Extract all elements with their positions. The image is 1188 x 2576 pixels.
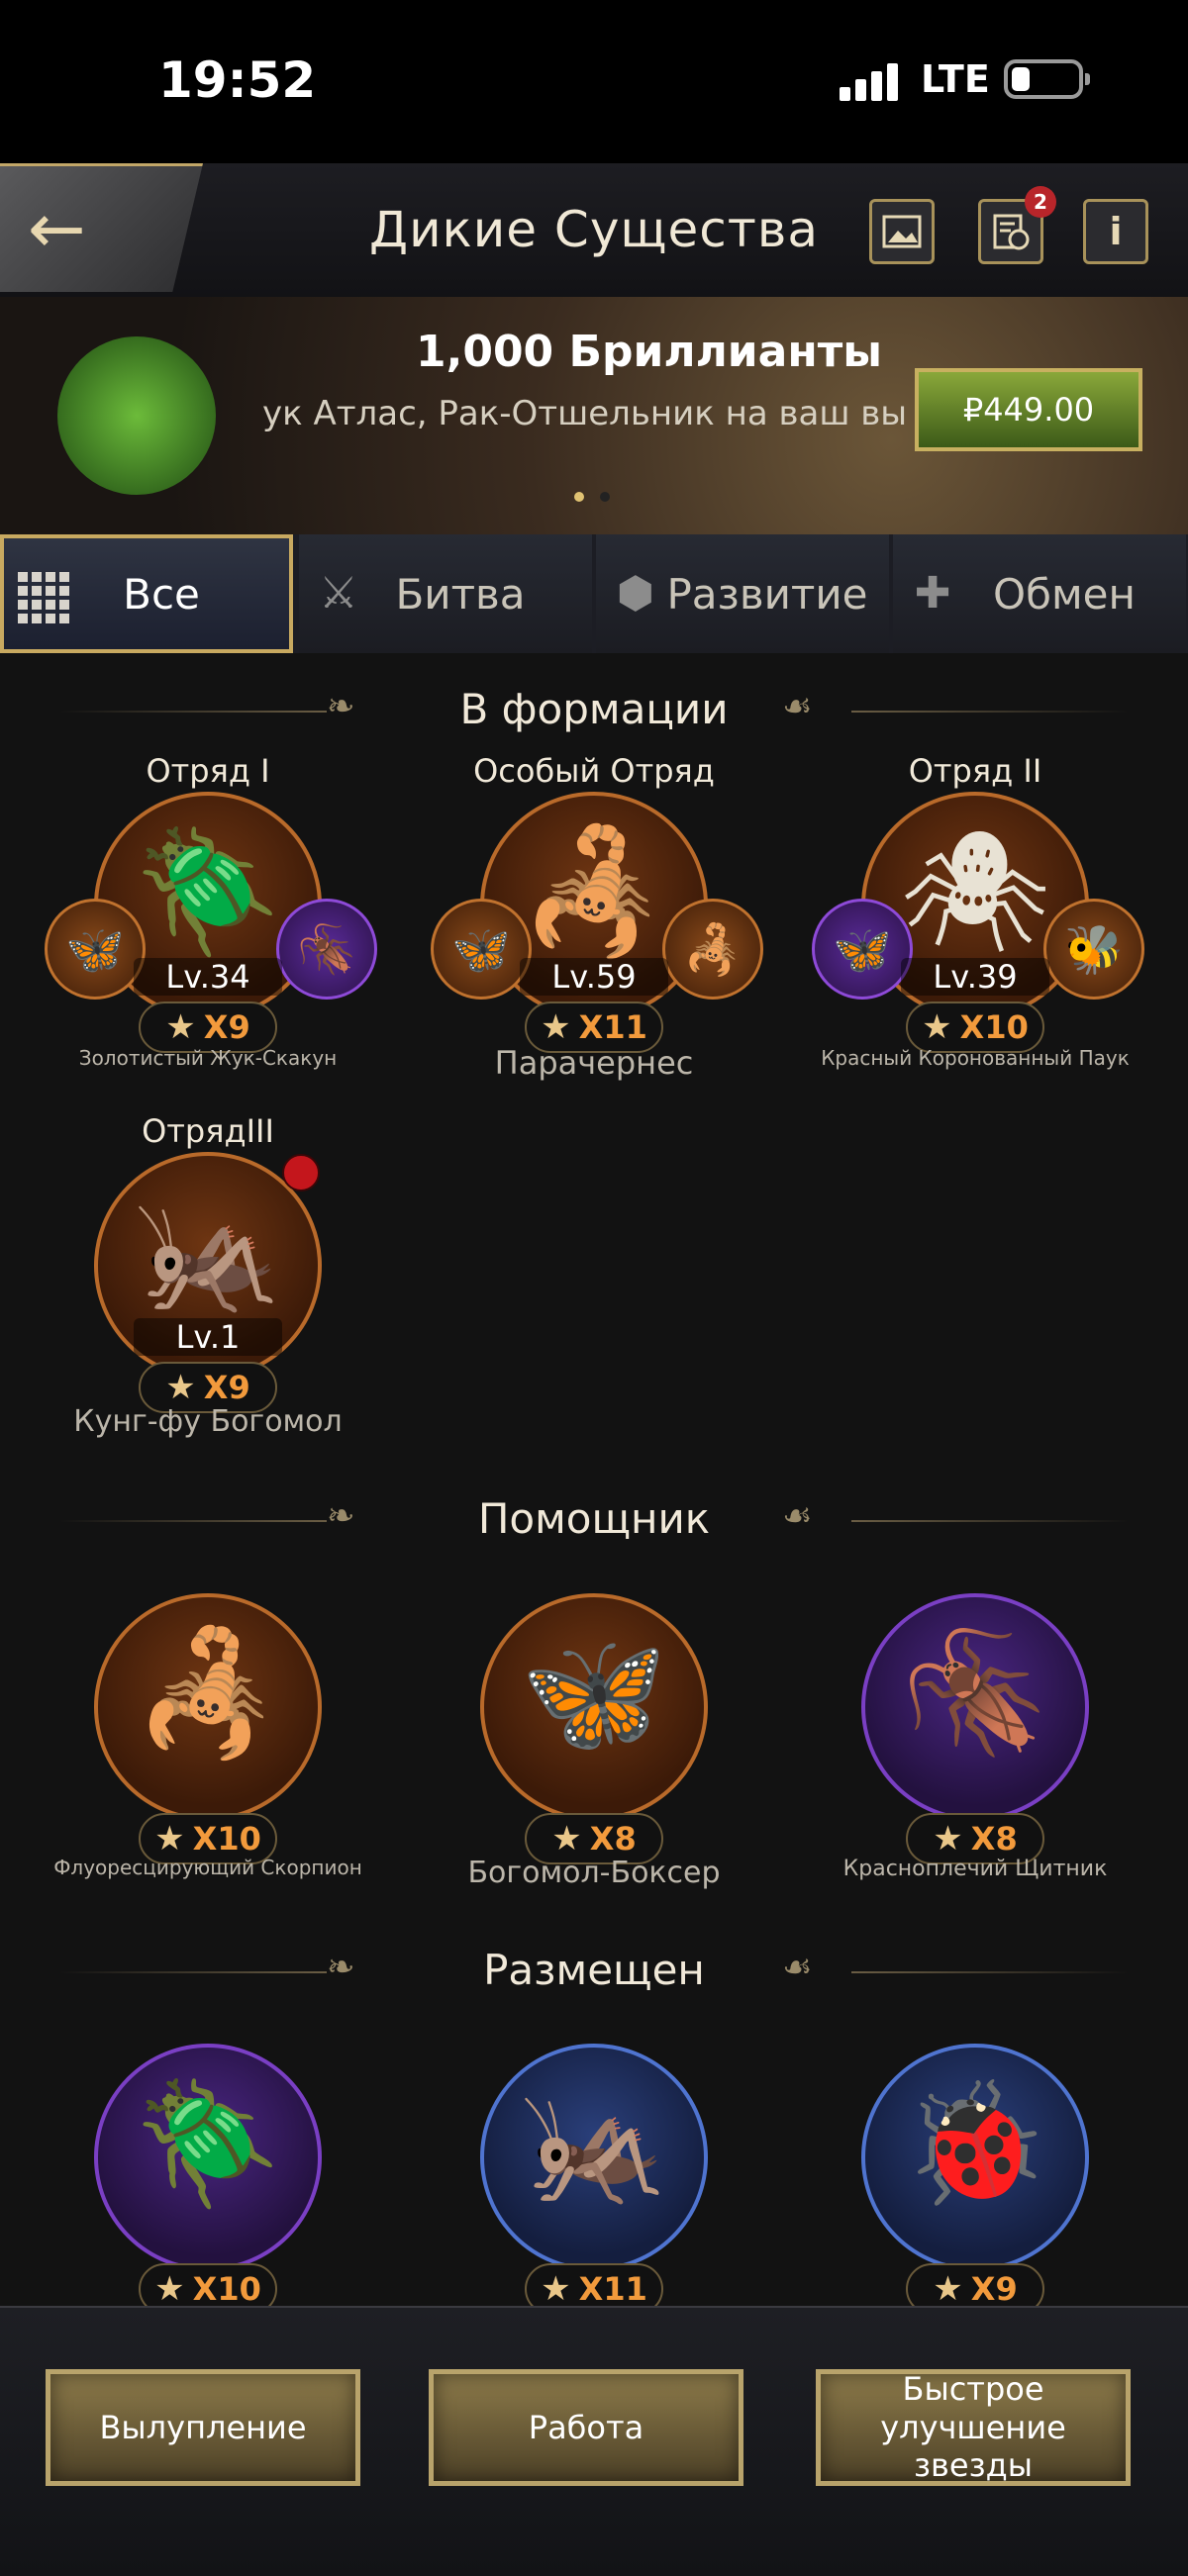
star-icon: ★	[541, 2269, 571, 2309]
buy-button[interactable]: ₽449.00	[915, 368, 1142, 451]
banner-pagination	[574, 487, 626, 506]
tab-all[interactable]: Все	[0, 534, 293, 653]
tab-all-label: Все	[123, 569, 200, 619]
level-label: Lv.39	[901, 958, 1049, 996]
beetle-icon: 🪲	[134, 2075, 282, 2213]
clock: 19:52	[158, 51, 317, 109]
butterfly-icon: 🦋	[45, 899, 146, 1000]
star-icon: ★	[154, 2269, 185, 2309]
grid-icon	[18, 572, 69, 623]
banner-title: 1,000 Бриллианты	[416, 327, 883, 377]
star-icon: ★	[933, 2269, 963, 2309]
section-placed-title: Размещен	[483, 1946, 705, 1994]
creature-portrait: 🪲	[94, 2044, 322, 2271]
star-icon: ★	[165, 1007, 196, 1047]
squad-label: Особый Отряд	[473, 752, 715, 790]
level-label: Lv.59	[520, 958, 668, 996]
divider	[851, 711, 1129, 713]
level-label: Lv.1	[134, 1318, 282, 1356]
scorpion-icon: 🦂	[662, 899, 763, 1000]
creature-portrait: 🦋	[480, 1593, 708, 1821]
section-formation-title: В формации	[459, 685, 729, 733]
tab-battle-label: Битва	[395, 569, 526, 619]
level-label: Lv.34	[134, 958, 282, 996]
squad-label: Отряд I	[146, 752, 270, 790]
info-button[interactable]: i	[1083, 199, 1148, 264]
creature-name: Кунг-фу Богомол	[73, 1404, 343, 1439]
tab-exchange-label: Обмен	[993, 569, 1136, 619]
tab-development[interactable]: ⬢ Развитие	[596, 534, 889, 653]
grasshopper-icon: 🦗	[520, 2075, 668, 2213]
squad-label: ОтрядIII	[142, 1112, 274, 1150]
leaf-ornament-icon: ☙	[782, 687, 813, 726]
leaf-ornament-icon: ☙	[782, 1948, 813, 1987]
network-label: LTE	[921, 57, 990, 101]
notification-badge: 2	[1025, 186, 1056, 218]
cube-icon: ⬢	[616, 568, 655, 619]
divider	[851, 1971, 1129, 1973]
creature-name: Красный Коронованный Паук	[821, 1046, 1130, 1070]
mantis-icon: 🦋	[520, 1625, 668, 1763]
status-bar: 19:52 LTE	[0, 0, 1188, 163]
creature-name: Красноплечий Щитник	[842, 1857, 1108, 1881]
history-button[interactable]: 2	[978, 186, 1056, 264]
star-icon: ★	[551, 1819, 582, 1859]
promo-banner[interactable]: 1,000 Бриллианты ук Атлас, Рак-Отшельник…	[0, 297, 1188, 534]
section-helper-title: Помощник	[477, 1494, 711, 1543]
info-icon: i	[1109, 210, 1123, 253]
creature-name: Золотистый Жук-Скакун	[78, 1046, 338, 1070]
crossed-swords-icon: ⚔	[319, 568, 358, 619]
signal-icon	[840, 61, 899, 101]
creature-portrait: 🪳	[861, 1593, 1089, 1821]
scorpion-icon: 🦂	[134, 1625, 282, 1763]
mantis-icon: 🦗	[134, 1184, 282, 1321]
hatch-button[interactable]: Вылупление	[46, 2369, 360, 2486]
bug-icon: 🪳	[276, 899, 377, 1000]
star-icon: ★	[165, 1368, 196, 1407]
star-icon: ★	[154, 1819, 185, 1859]
work-button[interactable]: Работа	[429, 2369, 743, 2486]
creature-portrait: 🦗	[480, 2044, 708, 2271]
header: ← Дикие Существа 2 i	[0, 163, 1188, 299]
star-icon: ★	[922, 1007, 952, 1047]
mantis-icon	[57, 336, 216, 495]
creature-portrait: 🦂	[94, 1593, 322, 1821]
squad-label: Отряд II	[908, 752, 1042, 790]
history-icon	[993, 214, 1030, 250]
puzzle-icon: ✚	[914, 568, 951, 619]
creature-name: Флуоресцирующий Скорпион	[53, 1856, 362, 1879]
quick-upgrade-button[interactable]: Быстрое улучшение звезды	[816, 2369, 1131, 2486]
ladybug-icon: 🐞	[901, 2075, 1049, 2213]
bee-icon: 🐝	[1043, 899, 1144, 1000]
creature-name: Парачернес	[494, 1044, 694, 1082]
banner-subtitle: ук Атлас, Рак-Отшельник на ваш выбо	[262, 394, 906, 433]
leaf-ornament-icon: ☙	[782, 1496, 813, 1536]
butterfly-icon: 🦋	[431, 899, 532, 1000]
gallery-icon	[882, 215, 922, 248]
shield-bug-icon: 🪳	[901, 1625, 1049, 1763]
battery-icon	[1004, 59, 1090, 99]
tab-development-label: Развитие	[666, 569, 868, 619]
creature-name: Богомол-Боксер	[467, 1856, 721, 1890]
filter-tabs: Все ⚔ Битва ⬢ Развитие ✚ Обмен	[0, 534, 1188, 653]
star-icon: ★	[541, 1007, 571, 1047]
tab-exchange[interactable]: ✚ Обмен	[893, 534, 1186, 653]
divider	[851, 1520, 1129, 1522]
gallery-button[interactable]	[869, 199, 935, 264]
tab-battle[interactable]: ⚔ Битва	[299, 534, 592, 653]
bottom-action-bar: Вылупление Работа Быстрое улучшение звез…	[0, 2306, 1188, 2576]
star-icon: ★	[933, 1819, 963, 1859]
creature-portrait: 🐞	[861, 2044, 1089, 2271]
butterfly-icon: 🦋	[812, 899, 913, 1000]
notification-dot	[282, 1154, 320, 1192]
